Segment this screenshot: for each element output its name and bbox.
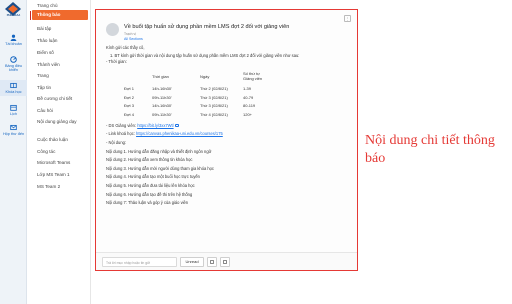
table-cell: Thứ 4 (02/8/21)	[200, 111, 228, 117]
course-line: - Link khoá học: https://canvas.phenikaa…	[106, 131, 347, 137]
course-link[interactable]: https://canvas.phenikaa-uni.edu.vn/cours…	[136, 131, 223, 136]
table-cell: Đợt 1	[124, 86, 134, 92]
table-cell: 14h-16h30'	[152, 86, 172, 92]
post-sections: All Sections	[124, 37, 143, 41]
table-cell: Đợt 3	[124, 103, 134, 109]
course-nav-announcements-label: Thông báo	[37, 12, 61, 17]
reply-input[interactable]: Trả lời mục nhập hoặc tin gửi	[102, 257, 177, 267]
course-nav-microsoft-teams[interactable]: Microsoft Teams	[37, 160, 70, 166]
courses-icon	[10, 82, 17, 89]
content-item: Nội dung 7: Thảo luận và góp ý của giáo …	[106, 200, 189, 206]
course-nav-quizzes[interactable]: Câu hỏi	[37, 108, 53, 114]
annotation-callout: Nội dung chi tiết thông báo	[365, 133, 495, 166]
table-header-row: Thời gian Ngày Số thứ tự Giảng viên	[124, 69, 271, 84]
reply-bar: Trả lời mục nhập hoặc tin gửi Unread	[96, 252, 357, 270]
table-cell: Thứ 2 (02/8/21)	[200, 86, 228, 92]
table-cell: Đợt 2	[124, 94, 134, 100]
ds-label: - DS Giảng viên:	[106, 122, 137, 128]
ds-link[interactable]: https://bit.ly/3xx7Wtl	[137, 123, 173, 128]
course-nav-conferences[interactable]: Cuộc thảo luận	[37, 137, 68, 143]
table-header	[124, 69, 152, 84]
course-nav-syllabus[interactable]: Đề cương chi tiết	[37, 96, 72, 102]
table-cell: Thứ 3 (02/8/21)	[200, 94, 228, 100]
rail-item-calendar[interactable]: Lịch	[0, 104, 27, 116]
table-header: Số thứ tự Giảng viên	[243, 71, 263, 82]
course-nav-ms-team-2[interactable]: MS Team 2	[37, 184, 60, 190]
external-link-icon	[174, 124, 179, 128]
gear-icon	[223, 260, 227, 264]
table-header: Thời gian	[152, 73, 169, 79]
rail-item-courses[interactable]: Khóa học	[0, 80, 27, 97]
course-nav-home[interactable]: Trang chủ	[37, 3, 58, 9]
rail-item-label: Khóa học	[5, 90, 22, 94]
rail-item-dashboard[interactable]: Bảng điều khiển	[0, 56, 27, 73]
main-content: ⋮ Về buổi tập huấn sử dụng phần mềm LMS …	[91, 0, 512, 304]
table-cell: Thứ 3 (02/8/21)	[200, 103, 228, 109]
post-title: Về buổi tập huấn sử dụng phần mềm LMS đợ…	[124, 24, 290, 30]
subscribe-icon	[210, 260, 214, 264]
table-cell: 14h-16h30'	[152, 103, 172, 109]
table-cell: 09h-11h30'	[152, 94, 172, 100]
rail-item-inbox[interactable]: Hộp thư đến	[0, 124, 27, 136]
post-header: Về buổi tập huấn sử dụng phần mềm LMS đợ…	[106, 14, 347, 42]
user-icon	[10, 34, 17, 41]
table-cell: 80-119	[243, 103, 256, 109]
time-label: - Thời gian:	[106, 59, 127, 65]
logo-text: PHENIKAA	[6, 14, 21, 17]
content-item: Nội dung 3. Hướng dẫn mời người dùng tha…	[106, 165, 214, 171]
course-nav-assignments[interactable]: Bài tập	[37, 26, 51, 32]
content-item: Nội dung 2. Hướng dẫn xem thông tin khóa…	[106, 157, 193, 163]
content-item: Nội dung 6. Hướng dẫn tạo đề thi trên hệ…	[106, 191, 193, 197]
avatar[interactable]	[106, 23, 119, 36]
content-label: - Nội dung:	[106, 139, 127, 145]
table-header: Ngày	[200, 73, 210, 79]
inbox-icon	[10, 124, 17, 131]
content-item: Nội dung 1. Hướng dẫn đăng nhập và thiết…	[106, 148, 212, 154]
table-row: Đợt 2 09h-11h30' Thứ 3 (02/8/21) 40-79	[124, 93, 271, 102]
table-row: Đợt 4 09h-11h30' Thứ 4 (02/8/21) 120+	[124, 110, 271, 119]
content-item: Nội dung 5. Hướng dẫn đưa tài liệu lên k…	[106, 183, 195, 189]
global-nav-rail: PHENIKAA Tài khoản Bảng điều khiển Khóa …	[0, 0, 27, 304]
unread-button[interactable]: Unread	[180, 257, 204, 267]
schedule-table: Thời gian Ngày Số thứ tự Giảng viên Đợt …	[124, 69, 271, 118]
table-row: Đợt 3 14h-16h30' Thứ 3 (02/8/21) 80-119	[124, 101, 271, 110]
settings-button[interactable]	[220, 257, 230, 267]
table-cell: 40-79	[243, 94, 254, 100]
table-cell: Đợt 4	[124, 111, 134, 117]
ds-line: - DS Giảng viên: https://bit.ly/3xx7Wtl	[106, 123, 347, 129]
announcement-detail-panel: ⋮ Về buổi tập huấn sử dụng phần mềm LMS …	[95, 9, 358, 271]
course-nav-files[interactable]: Tập tin	[37, 85, 51, 91]
dashboard-icon	[10, 56, 17, 63]
table-cell: 09h-11h30'	[152, 111, 172, 117]
rail-item-label: Tài khoản	[5, 42, 22, 46]
course-nav-collaborations[interactable]: Công tác	[37, 149, 55, 155]
announcement-body: Về buổi tập huấn sử dụng phần mềm LMS đợ…	[96, 10, 357, 254]
calendar-icon	[10, 104, 17, 111]
course-nav-pages[interactable]: Trang	[37, 73, 49, 79]
course-nav-modules[interactable]: Nội dung giảng dạy	[37, 119, 87, 125]
subscribe-button[interactable]	[207, 257, 217, 267]
active-indicator	[30, 11, 31, 20]
rail-item-label: Hộp thư đến	[2, 132, 25, 136]
course-nav-people[interactable]: Thành viên	[37, 62, 60, 68]
table-cell: 1-39	[243, 86, 252, 92]
rail-item-account[interactable]: Tài khoản	[0, 34, 27, 46]
greeting: Kính gửi các thầy cô,	[106, 44, 145, 50]
course-nav-ms-team-1[interactable]: Lớp MS Team 1	[37, 172, 70, 178]
course-nav: Trang chủ Thông báo Bài tập Thảo luận Đi…	[27, 0, 91, 304]
table-row: Đợt 1 14h-16h30' Thứ 2 (02/8/21) 1-39	[124, 84, 271, 93]
rail-item-label: Bảng điều khiển	[4, 64, 23, 73]
content-item: Nội dung 4. Hướng dẫn tạo một buổi học t…	[106, 174, 200, 180]
table-cell: 120+	[243, 111, 253, 117]
course-nav-grades[interactable]: Điểm số	[37, 50, 54, 56]
course-nav-discussions[interactable]: Thảo luận	[37, 38, 57, 44]
post-author[interactable]: Trạch vị	[124, 32, 136, 36]
course-label: - Link khoá học:	[106, 131, 135, 137]
rail-item-label: Lịch	[10, 112, 17, 116]
